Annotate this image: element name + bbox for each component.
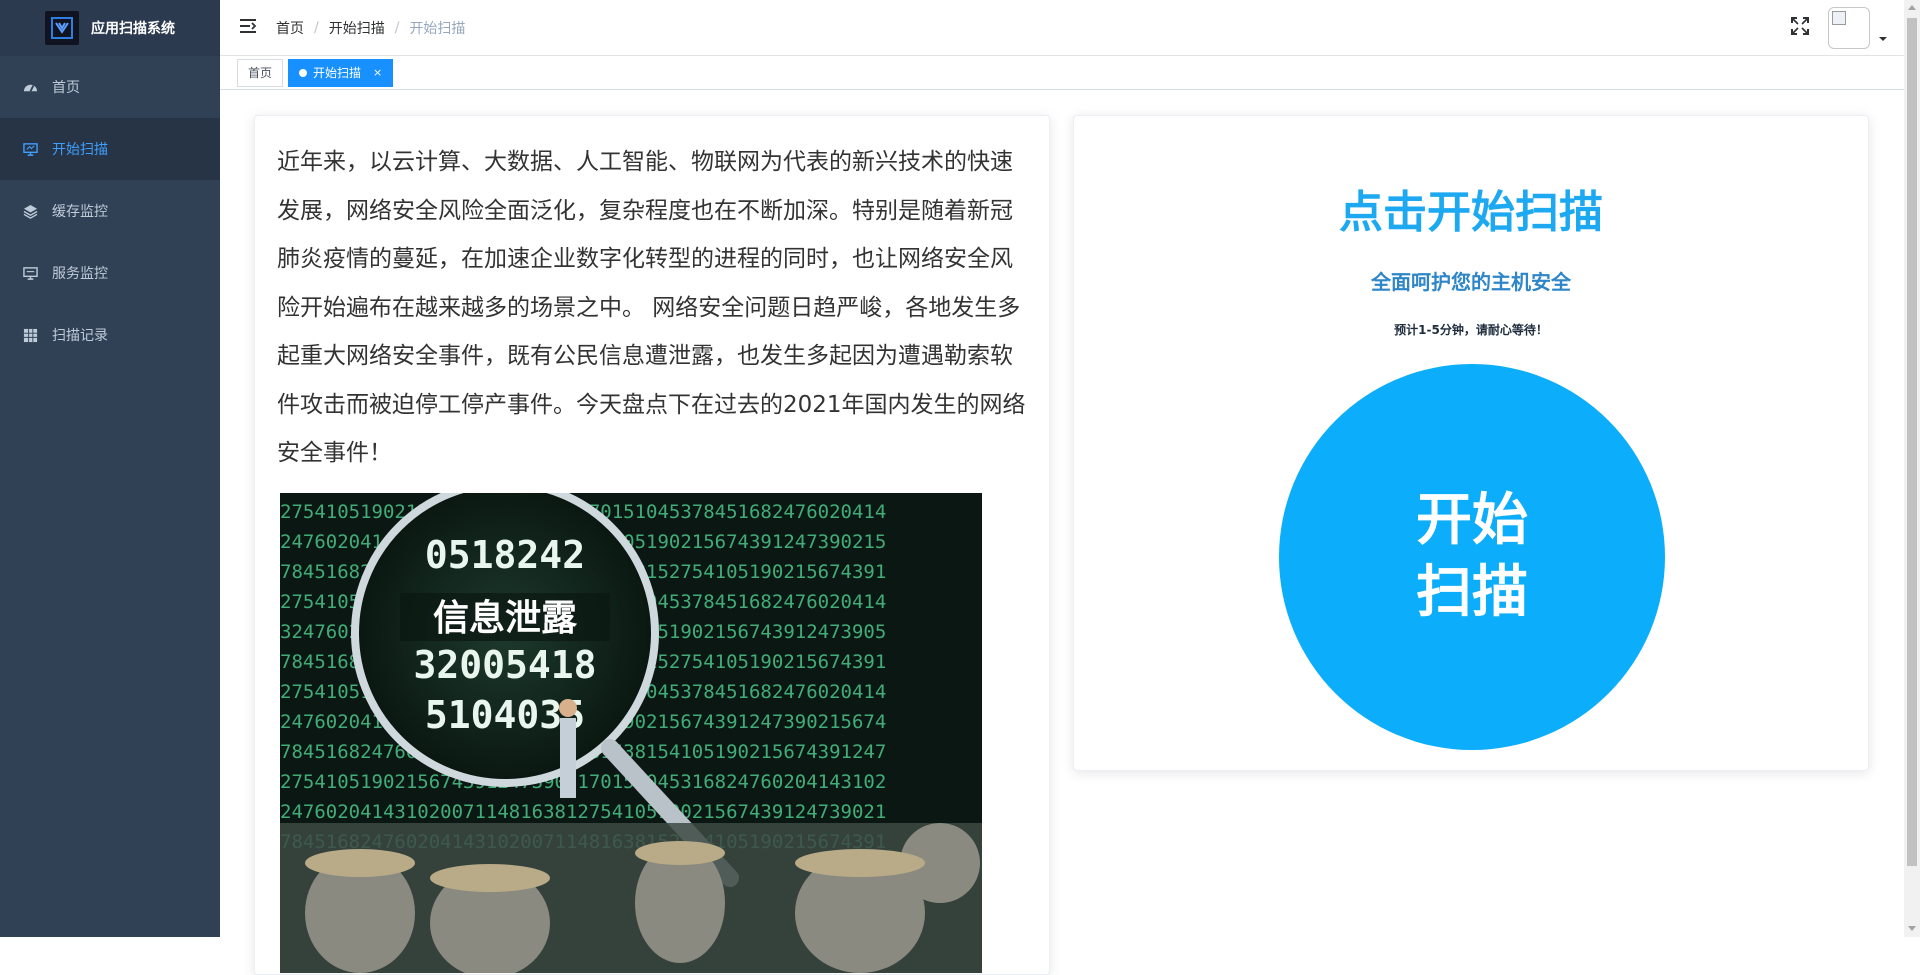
svg-text:247602041431020071148163812754: 2476020414310200711481638127541051902156…: [280, 801, 886, 823]
dashboard-icon: [22, 79, 38, 95]
start-scan-button[interactable]: 开始 扫描: [1279, 364, 1665, 750]
magnifier-image-icon: 2754105190215674391247390517015104537845…: [280, 493, 982, 973]
layers-icon: [22, 203, 38, 219]
app-title: 应用扫描系统: [91, 21, 175, 37]
scan-subtitle: 全面呵护您的主机安全: [1371, 270, 1571, 294]
svg-text:275410519021567439124739051701: 2754105190215674391247390517015104531682…: [280, 771, 886, 793]
scan-title: 点击开始扫描: [1339, 187, 1603, 238]
start-scan-button-line2: 扫描: [1416, 560, 1528, 625]
scroll-down-icon[interactable]: [1908, 926, 1916, 931]
sidebar-item-label: 服务监控: [52, 266, 108, 282]
sidebar-item-label: 首页: [52, 80, 80, 96]
sidebar-item-service-monitor[interactable]: 服务监控: [0, 242, 220, 304]
data-leak-image: 2754105190215674391247390517015104537845…: [280, 493, 982, 973]
scan-card: 点击开始扫描 全面呵护您的主机安全 预计1-5分钟，请耐心等待！ 开始 扫描: [1073, 115, 1869, 771]
sidebar-item-home[interactable]: 首页: [0, 56, 220, 118]
svg-text:0518242: 0518242: [425, 533, 585, 577]
logo-icon: [45, 11, 79, 45]
scrollbar-thumb[interactable]: [1907, 18, 1917, 866]
menu-fold-icon: [238, 16, 258, 40]
sidebar-item-label: 扫描记录: [52, 328, 108, 344]
breadcrumb: 首页 / 开始扫描 / 开始扫描: [276, 18, 465, 38]
sidebar-item-scan-records[interactable]: 扫描记录: [0, 304, 220, 366]
broken-image-icon: [1832, 11, 1846, 25]
tag-label: 开始扫描: [313, 66, 362, 80]
hamburger-toggle[interactable]: [220, 0, 276, 56]
active-dot-icon: [299, 68, 308, 77]
breadcrumb-item-home[interactable]: 首页: [276, 18, 304, 38]
navbar: 首页 / 开始扫描 / 开始扫描: [220, 0, 1904, 56]
article-card: 近年来，以云计算、大数据、人工智能、物联网为代表的新兴技术的快速发展，网络安全风…: [254, 115, 1050, 975]
start-scan-button-line1: 开始: [1416, 488, 1528, 553]
scroll-up-icon[interactable]: [1908, 5, 1916, 10]
scan-hint: 预计1-5分钟，请耐心等待！: [1394, 323, 1548, 337]
logo-bar: 应用扫描系统: [0, 0, 220, 56]
svg-text:信息泄露: 信息泄露: [433, 597, 578, 639]
breadcrumb-item-current: 开始扫描: [409, 20, 466, 37]
sidebar-item-cache-monitor[interactable]: 缓存监控: [0, 180, 220, 242]
tag-start-scan[interactable]: 开始扫描 ×: [288, 58, 394, 87]
avatar[interactable]: [1828, 7, 1870, 49]
close-icon[interactable]: ×: [373, 66, 382, 79]
tags-view: 首页 开始扫描 ×: [220, 56, 1904, 90]
table-icon: [22, 327, 38, 343]
screen-icon: [22, 265, 38, 281]
breadcrumb-separator: /: [394, 19, 400, 36]
tag-home[interactable]: 首页: [237, 58, 284, 87]
breadcrumb-item-start-scan[interactable]: 开始扫描: [329, 18, 385, 38]
sidebar-item-label: 开始扫描: [52, 142, 108, 158]
sidebar: 应用扫描系统 首页 开始扫描 缓存监控 服务监控 扫描记录: [0, 0, 220, 937]
fullscreen-icon[interactable]: [1790, 16, 1810, 40]
monitor-icon: [22, 141, 38, 157]
article-text: 近年来，以云计算、大数据、人工智能、物联网为代表的新兴技术的快速发展，网络安全风…: [277, 149, 1026, 466]
page-scrollbar[interactable]: [1904, 0, 1920, 937]
sidebar-item-start-scan[interactable]: 开始扫描: [0, 118, 220, 180]
main-content: 近年来，以云计算、大数据、人工智能、物联网为代表的新兴技术的快速发展，网络安全风…: [220, 90, 1904, 975]
navbar-right: [1790, 0, 1888, 56]
svg-text:32005418: 32005418: [413, 643, 596, 687]
sidebar-item-label: 缓存监控: [52, 204, 108, 220]
caret-down-icon[interactable]: [1878, 28, 1888, 47]
breadcrumb-separator: /: [314, 19, 319, 36]
